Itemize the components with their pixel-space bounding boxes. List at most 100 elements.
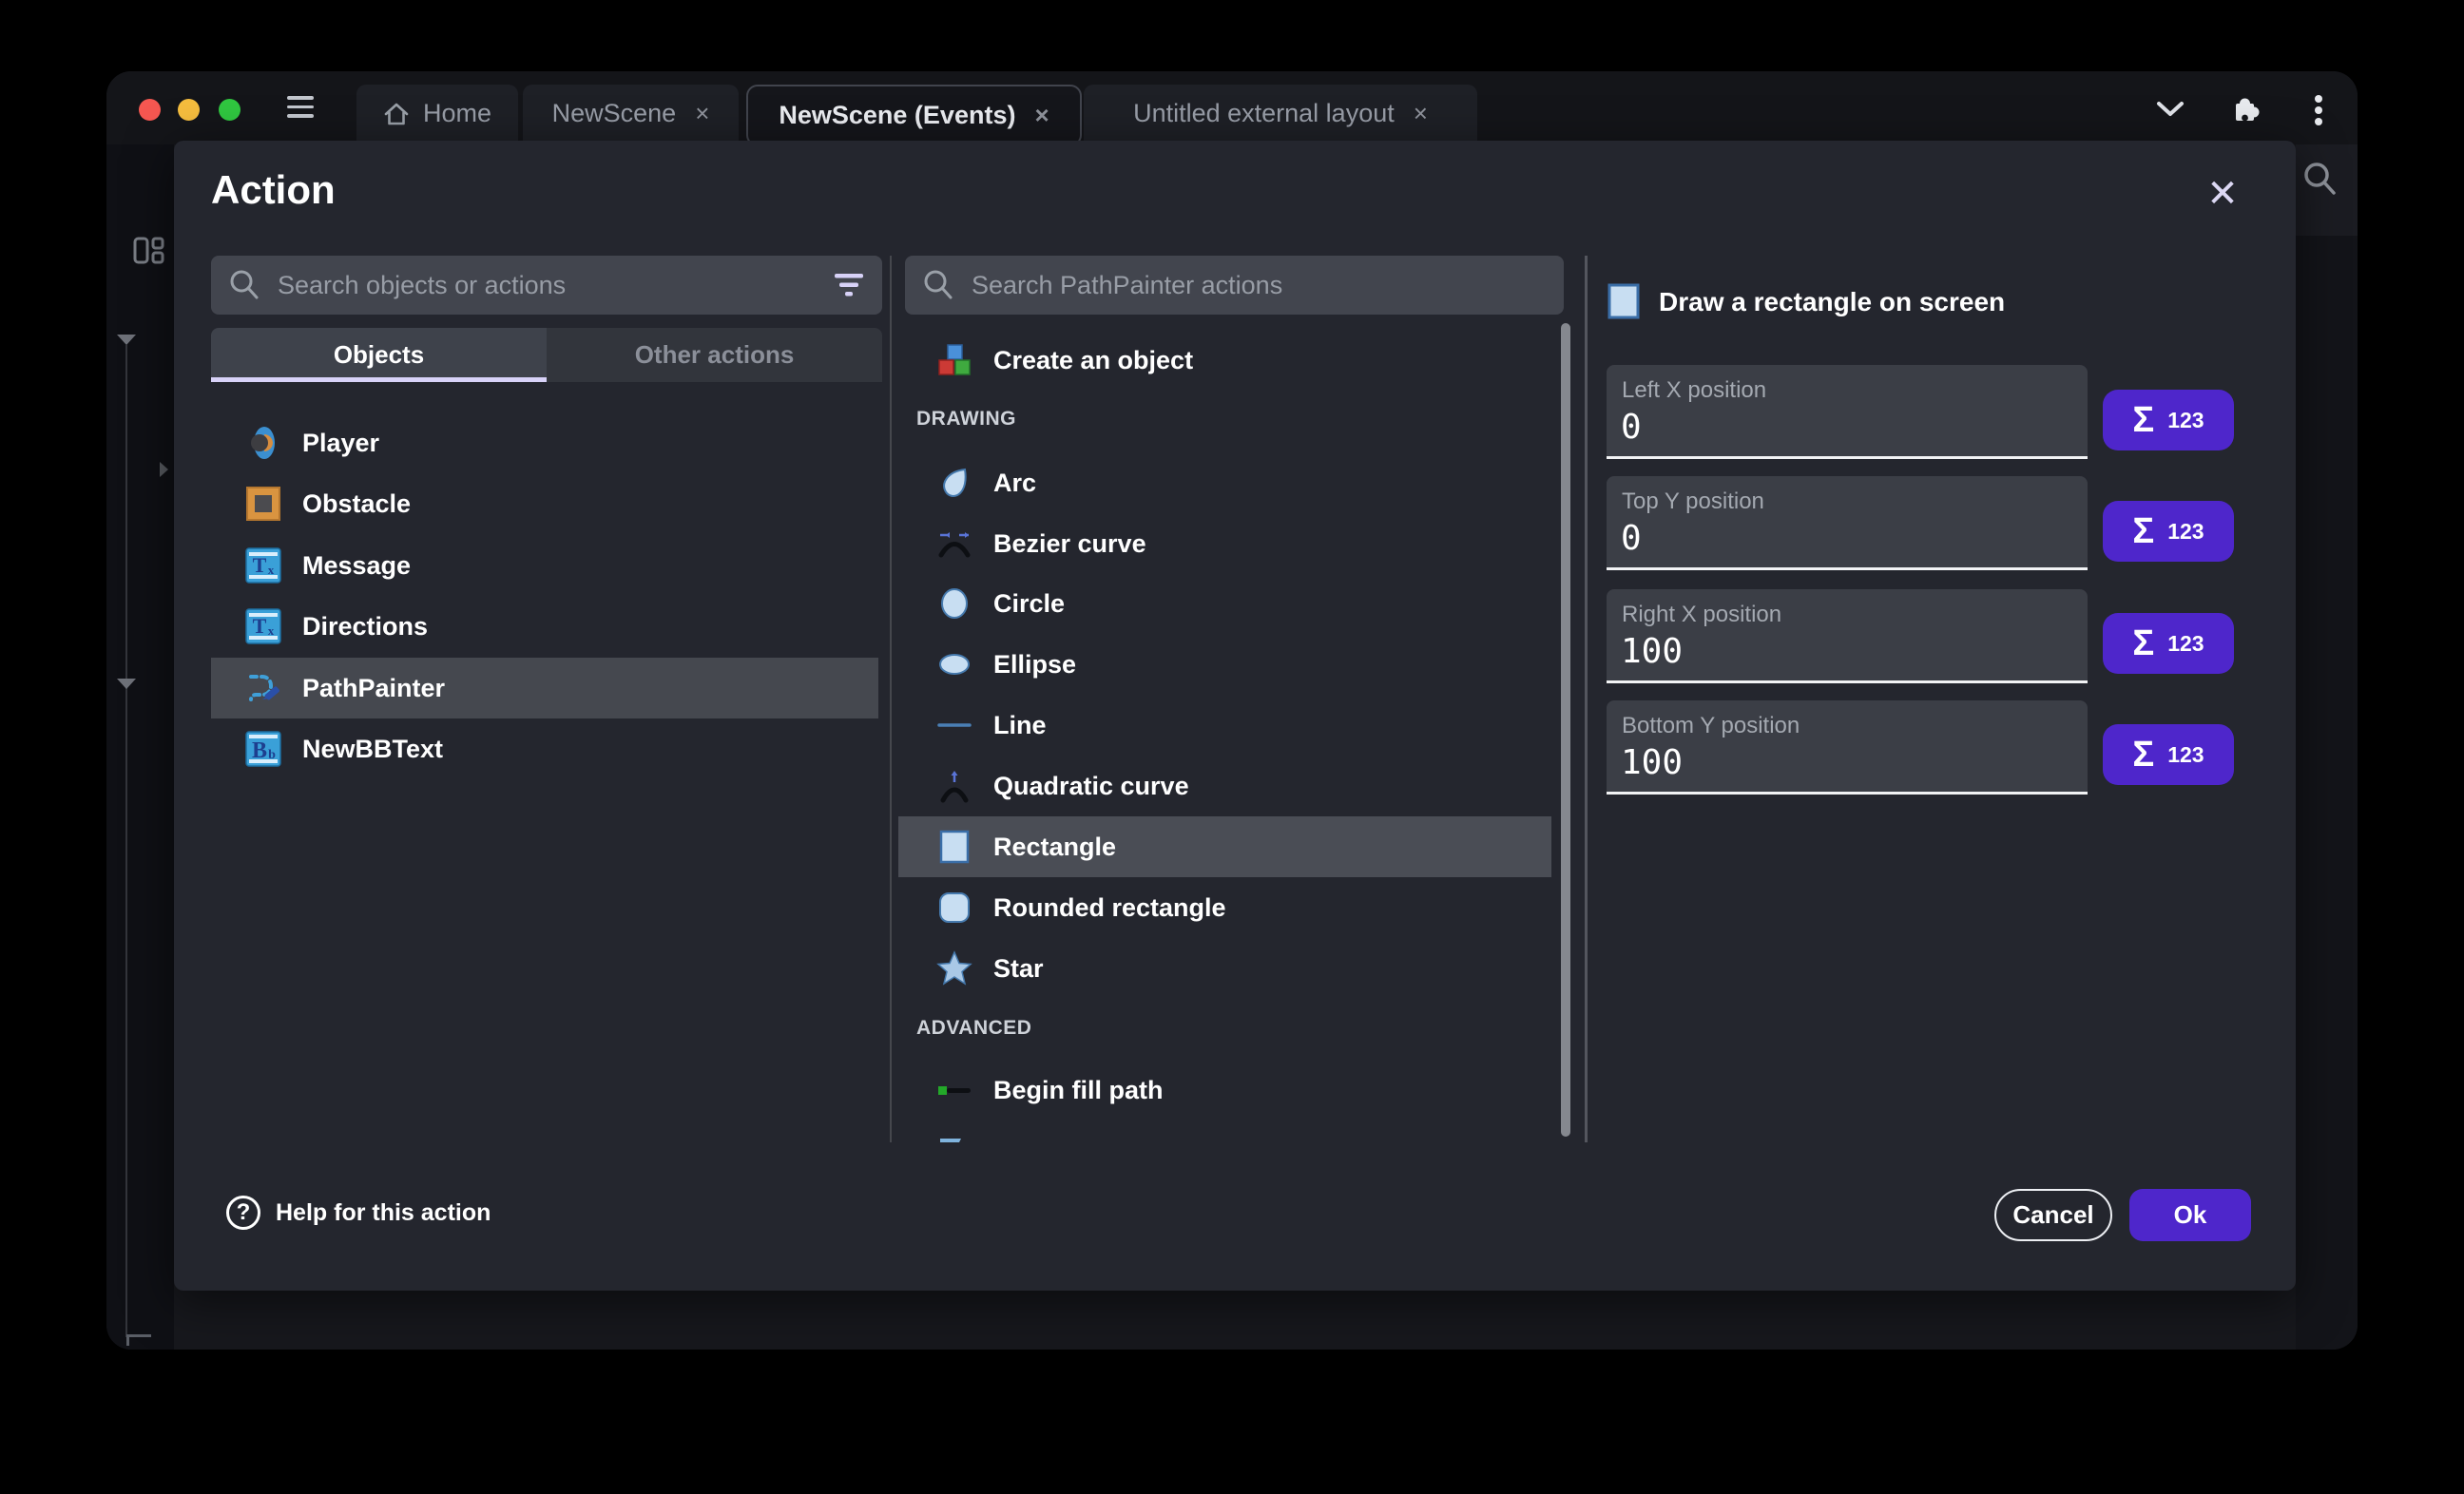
search-icon[interactable] <box>2300 160 2339 198</box>
objects-search-input[interactable] <box>276 270 833 301</box>
svg-text:T: T <box>253 614 267 638</box>
sigma-icon: Σ <box>2132 623 2154 664</box>
field-bottom-y[interactable]: Bottom Y position 100 <box>1607 700 2088 795</box>
action-list-item[interactable]: Arc <box>898 452 1551 513</box>
obstacle-object-icon <box>245 486 281 522</box>
parameters-title: Draw a rectangle on screen <box>1659 285 2005 319</box>
field-label: Bottom Y position <box>1622 713 1800 739</box>
svg-text:B: B <box>252 738 267 763</box>
tab-label: Home <box>423 99 491 128</box>
action-list-item[interactable]: Bezier curve <box>898 513 1551 574</box>
rounded-rectangle-icon <box>936 890 972 926</box>
tab-label: NewScene (Events) <box>779 101 1015 130</box>
svg-text:x: x <box>268 563 275 577</box>
expression-editor-button[interactable]: Σ 123 <box>2103 501 2234 562</box>
object-label: NewBBText <box>302 735 443 764</box>
filter-icon[interactable] <box>833 272 865 298</box>
action-list-item[interactable]: Star <box>898 938 1551 999</box>
object-list-item-selected[interactable]: PathPainter <box>211 658 878 718</box>
object-list-item[interactable]: B b NewBBText <box>211 718 878 779</box>
action-list-item-partial[interactable] <box>898 1120 1551 1142</box>
action-label: Line <box>993 711 1047 740</box>
extensions-puzzle-icon[interactable] <box>2231 92 2262 124</box>
text-object-icon: T x <box>245 608 281 644</box>
actions-search-input[interactable] <box>970 270 1547 301</box>
action-list-item[interactable]: Line <box>898 695 1551 756</box>
maximize-traffic-light[interactable] <box>219 99 241 121</box>
object-label: Obstacle <box>302 489 411 519</box>
kebab-menu-icon[interactable] <box>2314 94 2323 126</box>
field-right-x[interactable]: Right X position 100 <box>1607 589 2088 683</box>
svg-text:x: x <box>268 623 275 638</box>
screen: Home NewScene × NewScene (Events) × Unti… <box>0 0 2464 1494</box>
active-tab-underline <box>211 377 547 382</box>
circle-icon <box>936 585 972 622</box>
field-value[interactable]: 100 <box>1621 632 1683 671</box>
action-label: Quadratic curve <box>993 772 1189 801</box>
action-list-item[interactable]: Begin fill path <box>898 1060 1551 1120</box>
arc-icon <box>936 465 972 501</box>
create-object-icon <box>936 342 972 378</box>
event-tree-line <box>125 345 127 1337</box>
close-icon[interactable]: ✕ <box>2200 171 2245 217</box>
object-list-item[interactable]: Obstacle <box>211 473 878 534</box>
field-value[interactable]: 100 <box>1621 743 1683 782</box>
search-icon <box>922 269 954 301</box>
expand-arrow-icon[interactable] <box>117 679 136 689</box>
minimize-traffic-light[interactable] <box>178 99 200 121</box>
action-list-item[interactable]: Quadratic curve <box>898 756 1551 816</box>
tab-newscene[interactable]: NewScene × <box>523 85 739 143</box>
object-list-item[interactable]: T x Directions <box>211 596 878 657</box>
line-icon <box>936 707 972 743</box>
tab-close-icon[interactable]: × <box>695 99 709 128</box>
menu-icon[interactable] <box>287 96 314 121</box>
action-list-item-selected[interactable]: Rectangle <box>898 816 1551 877</box>
expression-editor-button[interactable]: Σ 123 <box>2103 613 2234 674</box>
actions-list: Create an object DRAWING Arc <box>898 324 1558 1142</box>
action-label: Bezier curve <box>993 529 1146 559</box>
field-top-y[interactable]: Top Y position 0 <box>1607 476 2088 570</box>
begin-fill-path-icon <box>936 1072 972 1108</box>
ok-button[interactable]: Ok <box>2129 1189 2251 1241</box>
expression-editor-button[interactable]: Σ 123 <box>2103 724 2234 785</box>
tab-other-actions[interactable]: Other actions <box>547 328 882 382</box>
tab-newscene-events[interactable]: NewScene (Events) × <box>746 85 1082 146</box>
tab-objects[interactable]: Objects <box>211 328 547 382</box>
sigma-icon: Σ <box>2132 735 2154 776</box>
tab-label: NewScene <box>552 99 677 128</box>
tab-untitled-external-layout[interactable]: Untitled external layout × <box>1084 85 1477 143</box>
close-traffic-light[interactable] <box>139 99 161 121</box>
actions-scrollbar[interactable] <box>1561 323 1570 1137</box>
object-list-item[interactable]: Player <box>211 412 878 473</box>
action-list-item[interactable]: Circle <box>898 573 1551 634</box>
object-list-item[interactable]: T x Message <box>211 535 878 596</box>
section-header: DRAWING <box>916 408 1016 431</box>
action-label: Star <box>993 954 1044 984</box>
actions-search-box[interactable] <box>905 256 1564 315</box>
expression-editor-button[interactable]: Σ 123 <box>2103 390 2234 450</box>
tab-close-icon[interactable]: × <box>1414 99 1428 128</box>
field-value[interactable]: 0 <box>1621 519 1642 558</box>
clipped-action-icon <box>936 1133 972 1142</box>
expand-arrow-icon[interactable] <box>117 335 136 345</box>
collapse-arrow-icon[interactable] <box>160 462 168 477</box>
objects-search-box[interactable] <box>211 256 882 315</box>
field-label: Left X position <box>1622 377 1766 404</box>
help-link[interactable]: ? Help for this action <box>226 1196 491 1230</box>
tab-home[interactable]: Home <box>356 85 518 143</box>
action-list-item[interactable]: Create an object <box>898 330 1551 391</box>
rectangle-icon <box>1607 283 1640 319</box>
object-label: Player <box>302 429 379 458</box>
layout-panels-icon <box>133 235 165 267</box>
field-left-x[interactable]: Left X position 0 <box>1607 365 2088 459</box>
help-icon: ? <box>226 1196 260 1230</box>
action-list-item[interactable]: Rounded rectangle <box>898 877 1551 938</box>
pane-divider[interactable] <box>890 256 892 1142</box>
background-left-panel <box>106 144 174 1350</box>
cancel-button[interactable]: Cancel <box>1994 1189 2112 1241</box>
field-value[interactable]: 0 <box>1621 408 1642 447</box>
chevron-down-icon[interactable] <box>2156 101 2185 118</box>
action-list-item[interactable]: Ellipse <box>898 634 1551 695</box>
tab-close-icon[interactable]: × <box>1034 101 1049 130</box>
pane-divider[interactable] <box>1585 256 1588 1142</box>
